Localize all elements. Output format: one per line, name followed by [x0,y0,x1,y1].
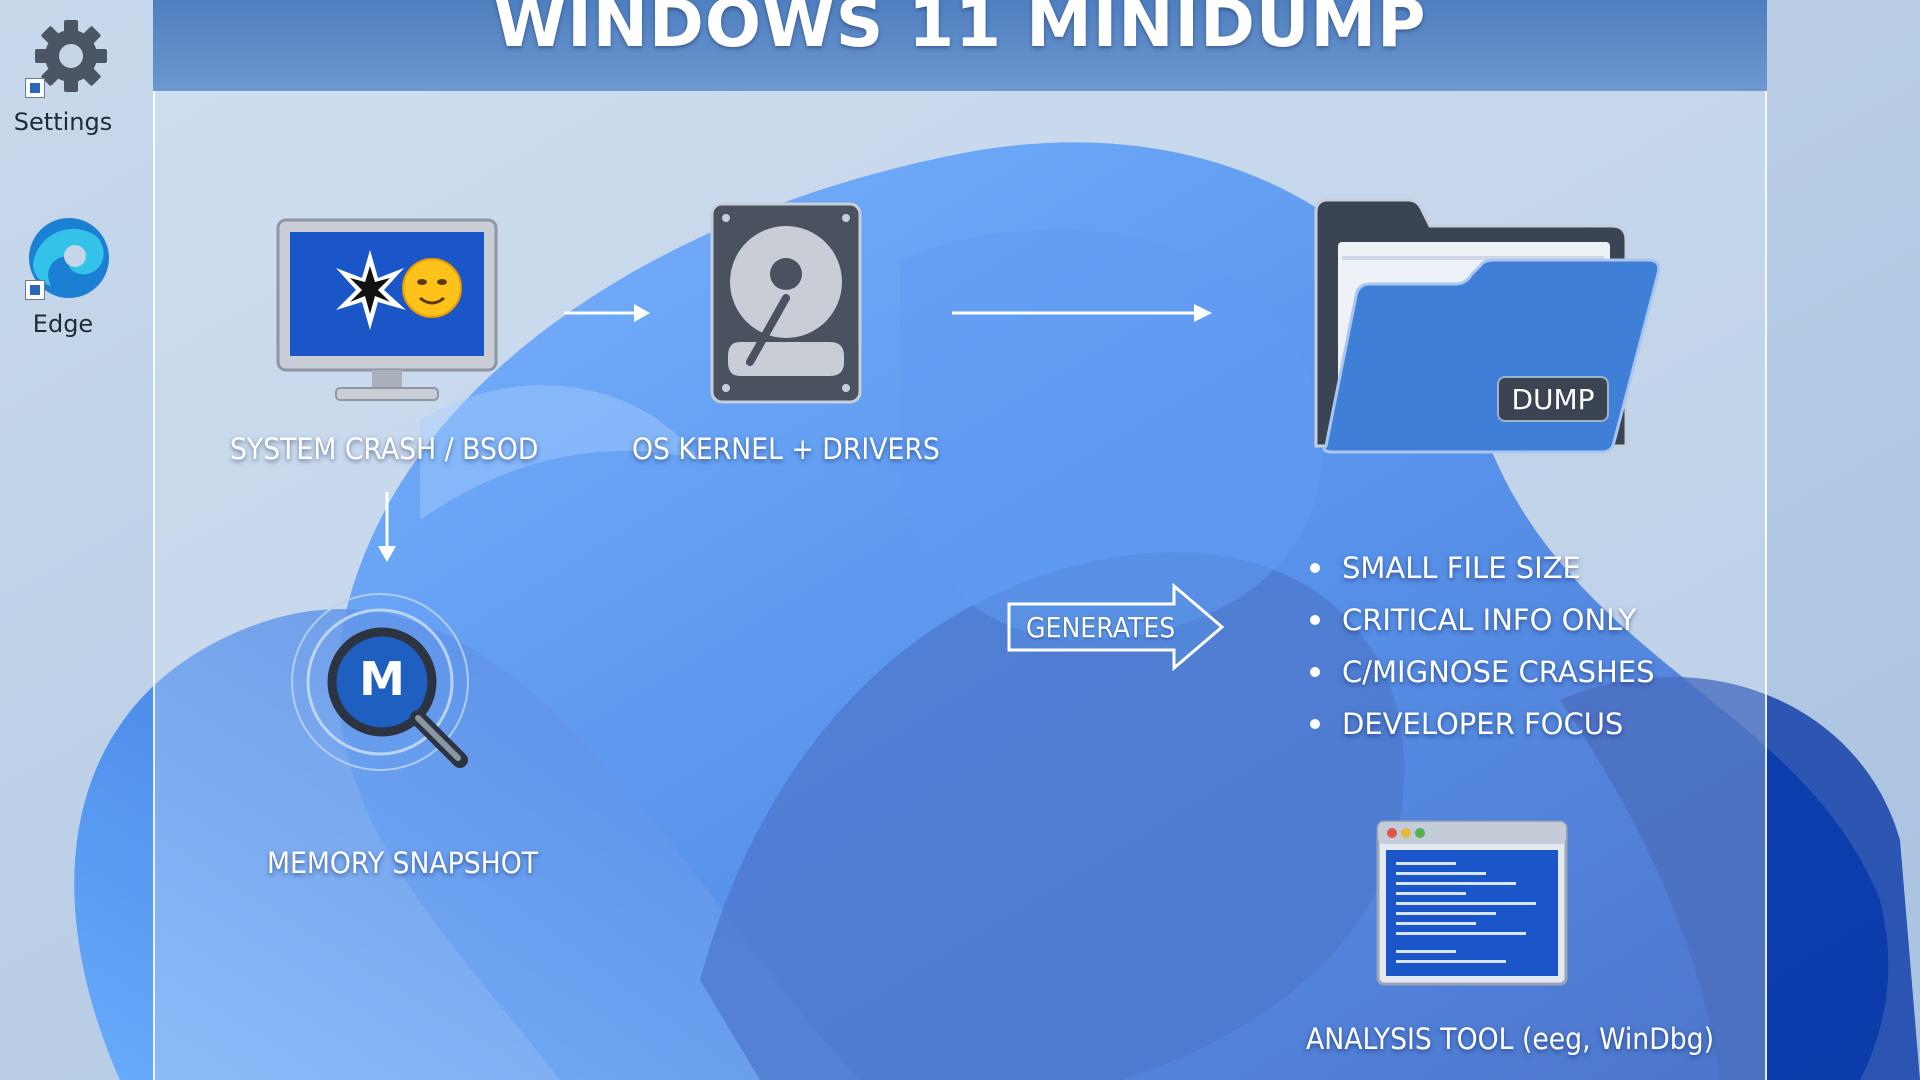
tool-label: ANALYSIS TOOL (eeg, WinDbg) [1306,1022,1715,1056]
arrow-down-icon [378,492,396,562]
panel-title: WINDOWS 11 MINIDUMP [493,0,1427,62]
bsod-monitor-icon [276,218,498,401]
generates-label: GENERATES [1026,611,1176,644]
desktop-icon-label: Edge [32,310,94,338]
hard-disk-icon [710,202,862,404]
features-list: SMALL FILE SIZE CRITICAL INFO ONLY C/MIG… [1310,542,1655,750]
list-item: CRITICAL INFO ONLY [1310,594,1655,646]
list-item: SMALL FILE SIZE [1310,542,1655,594]
dump-folder-icon [1314,198,1661,454]
generates-arrow: GENERATES [1006,582,1226,672]
desktop-icon-label: Settings [13,108,113,136]
shortcut-arrow-icon [25,280,45,300]
list-item: DEVELOPER FOCUS [1310,698,1655,750]
kernel-label: OS KERNEL + DRIVERS [632,432,940,466]
panel-title-bar: WINDOWS 11 MINIDUMP [153,0,1767,91]
bullet-icon [1310,719,1320,729]
bullet-icon [1310,667,1320,677]
arrow-right-icon [952,304,1212,322]
memory-badge-letter: M [359,652,405,706]
bullet-icon [1310,563,1320,573]
list-item: C/MIGNOSE CRASHES [1310,646,1655,698]
memory-label: MEMORY SNAPSHOT [267,846,539,880]
edge-icon [17,212,109,304]
debugger-window-icon [1376,820,1568,986]
desktop-icon-settings[interactable]: Settings [8,10,118,136]
shortcut-arrow-icon [25,78,45,98]
gear-icon [17,10,109,102]
desktop-icon-edge[interactable]: Edge [8,212,118,338]
arrow-right-icon [564,304,650,322]
crash-label: SYSTEM CRASH / BSOD [230,432,539,466]
dump-badge: DUMP [1497,376,1609,422]
bullet-icon [1310,615,1320,625]
